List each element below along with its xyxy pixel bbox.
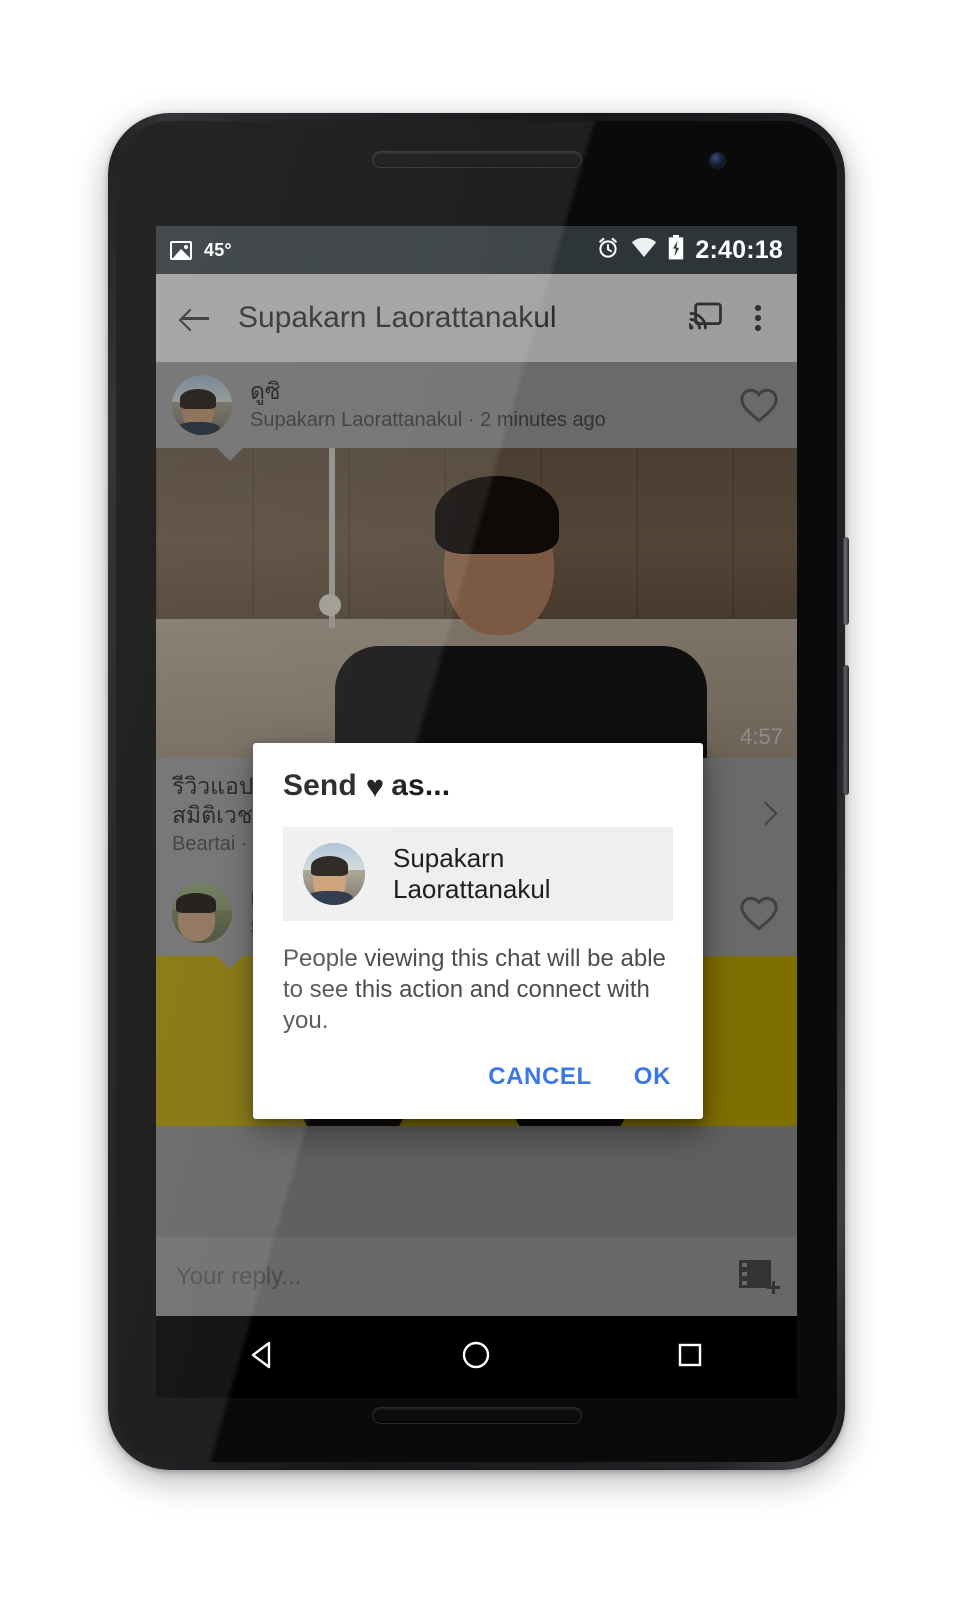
- nav-back-button[interactable]: [228, 1329, 298, 1385]
- status-bar: 45° 2:40:18: [156, 226, 797, 274]
- status-bar-right: 2:40:18: [596, 235, 783, 265]
- cancel-button[interactable]: CANCEL: [486, 1059, 594, 1095]
- power-button[interactable]: [843, 537, 849, 625]
- overflow-menu-button[interactable]: [735, 295, 781, 341]
- send-heart-dialog: Send ♥ as... Supakarn Laorattanakul Peop…: [253, 743, 703, 1119]
- ok-button[interactable]: OK: [632, 1059, 673, 1095]
- account-name: Supakarn Laorattanakul: [393, 843, 551, 904]
- dialog-body-text: People viewing this chat will be able to…: [283, 945, 666, 1035]
- back-triangle-icon: [245, 1337, 281, 1378]
- app-bar: Supakarn Laorattanakul: [156, 274, 797, 362]
- phone-device-frame: 45° 2:40:18 Supakarn Laorattanakul ดูซิ …: [108, 113, 849, 1470]
- phone-screen: 45° 2:40:18 Supakarn Laorattanakul ดูซิ …: [156, 226, 797, 1316]
- android-navigation-bar: [156, 1316, 797, 1398]
- screenshot-stage: 45° 2:40:18 Supakarn Laorattanakul ดูซิ …: [0, 0, 953, 1600]
- alarm-icon: [596, 236, 620, 265]
- home-circle-icon: [458, 1337, 494, 1378]
- page-title: Supakarn Laorattanakul: [238, 301, 557, 334]
- recents-square-icon: [673, 1338, 707, 1377]
- phone-bezel: 45° 2:40:18 Supakarn Laorattanakul ดูซิ …: [116, 121, 837, 1462]
- dialog-title-prefix: Send: [283, 769, 357, 802]
- back-arrow-icon: [180, 303, 210, 333]
- bottom-speaker-icon: [371, 1407, 582, 1424]
- cast-icon: [686, 301, 723, 336]
- clock-text: 2:40:18: [695, 235, 783, 264]
- cast-button[interactable]: [683, 295, 729, 341]
- back-button[interactable]: [172, 295, 218, 341]
- photo-icon: [170, 240, 192, 260]
- volume-button[interactable]: [843, 665, 849, 795]
- dialog-title: Send ♥ as...: [283, 769, 673, 803]
- heart-filled-icon: ♥: [365, 768, 385, 804]
- front-camera-icon: [710, 153, 725, 168]
- dialog-actions: CANCEL OK: [283, 1053, 673, 1109]
- dialog-title-suffix: as...: [391, 769, 451, 802]
- status-bar-left: 45°: [170, 240, 232, 261]
- account-selector[interactable]: Supakarn Laorattanakul: [283, 827, 673, 921]
- nav-home-button[interactable]: [441, 1329, 511, 1385]
- chat-feed: ดูซิ Supakarn Laorattanakul · 2 minutes …: [156, 362, 797, 1316]
- battery-charging-icon: [668, 235, 684, 265]
- temperature-text: 45°: [204, 239, 232, 260]
- earpiece-speaker-icon: [371, 151, 582, 168]
- wifi-icon: [631, 237, 657, 263]
- overflow-menu-icon: [755, 305, 761, 331]
- nav-recents-button[interactable]: [655, 1329, 725, 1385]
- avatar: [303, 843, 365, 905]
